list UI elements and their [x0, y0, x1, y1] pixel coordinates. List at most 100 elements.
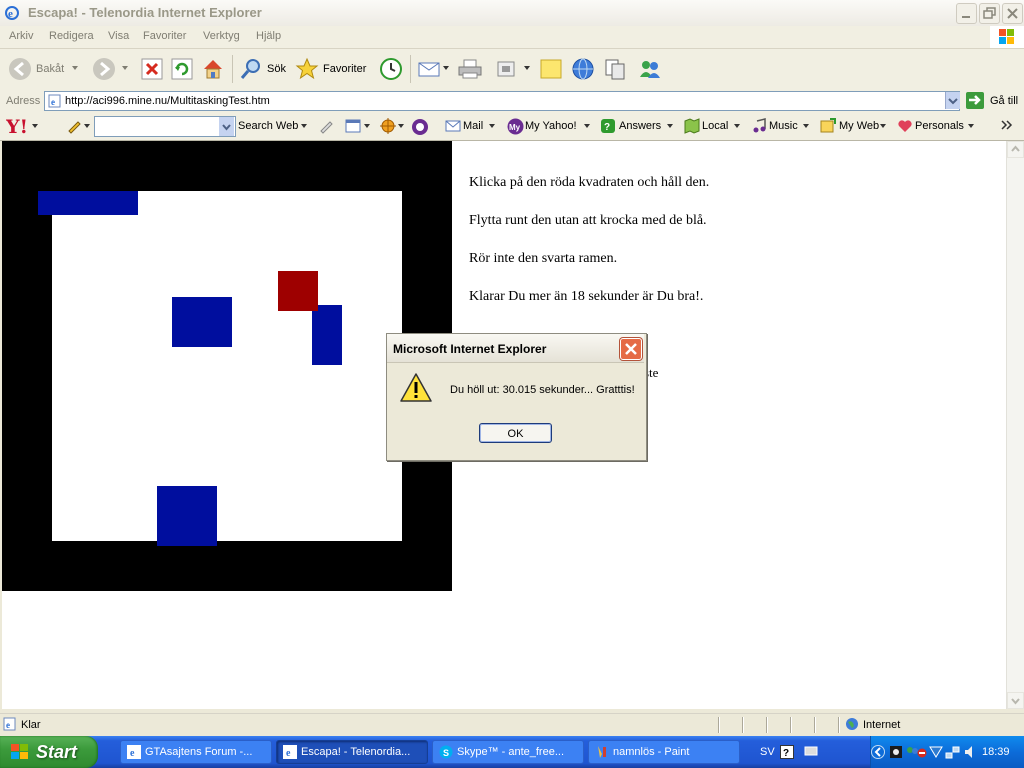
scroll-up-button[interactable] [1007, 141, 1024, 158]
back-dropdown-icon[interactable] [72, 66, 80, 72]
address-dropdown-button[interactable] [945, 92, 960, 109]
forward-dropdown-icon[interactable] [122, 66, 130, 72]
svg-text:My: My [509, 123, 521, 132]
taskbar-button-skype[interactable]: S Skype™ - ante_free... [432, 740, 584, 764]
yahoo-mail-button[interactable]: Mail [463, 120, 483, 132]
search-web-button[interactable]: Search Web [238, 120, 298, 132]
forward-button[interactable] [90, 55, 118, 83]
toolbar-separator [410, 55, 411, 83]
mail-dropdown-icon[interactable] [489, 124, 497, 130]
music-button[interactable]: Music [769, 120, 798, 132]
start-button[interactable]: Start [0, 736, 98, 768]
refresh-button[interactable] [170, 55, 194, 83]
answers-dropdown-icon[interactable] [667, 124, 675, 130]
close-window-button[interactable] [1002, 3, 1023, 24]
crosshair-icon[interactable] [378, 117, 398, 135]
dialog-title-bar[interactable]: Microsoft Internet Explorer [387, 334, 644, 363]
messenger-button[interactable] [636, 55, 664, 83]
my-yahoo-button[interactable]: My Yahoo! [525, 120, 577, 132]
yahoo-dropdown-icon[interactable] [32, 124, 40, 130]
chevron-left-icon[interactable] [871, 744, 885, 760]
yahoo-search-input[interactable] [94, 116, 236, 137]
crosshair-dropdown-icon[interactable] [398, 124, 406, 130]
search-web-dropdown-icon[interactable] [301, 124, 309, 130]
maximize-button[interactable] [979, 3, 1000, 24]
local-button[interactable]: Local [702, 120, 728, 132]
favorites-button[interactable]: Favoriter [294, 55, 370, 83]
taskbar-label: Escapa! - Telenordia... [301, 746, 411, 758]
address-input[interactable]: e http://aci996.mine.nu/MultitaskingTest… [44, 91, 960, 111]
taskbar-label: namnlös - Paint [613, 746, 690, 758]
menu-item-arkiv[interactable]: Arkiv [9, 30, 33, 42]
menu-item-verktyg[interactable]: Verktyg [203, 30, 240, 42]
layout-icon[interactable] [344, 118, 362, 134]
go-button[interactable] [966, 92, 984, 109]
minimize-button[interactable] [956, 3, 977, 24]
language-indicator[interactable]: SV [760, 746, 775, 758]
windows-logo-icon [990, 26, 1024, 48]
music-dropdown-icon[interactable] [803, 124, 811, 130]
scroll-down-button[interactable] [1007, 692, 1024, 709]
svg-text:S: S [443, 748, 449, 758]
steam-icon[interactable] [889, 744, 903, 760]
discuss-button[interactable] [538, 55, 564, 83]
page-icon: e [48, 94, 61, 108]
my-yahoo-dropdown-icon[interactable] [584, 124, 592, 130]
menu-item-visa[interactable]: Visa [108, 30, 129, 42]
search-icon [240, 59, 260, 79]
antivirus-icon[interactable] [929, 744, 943, 760]
tools-button[interactable] [602, 55, 630, 83]
go-label[interactable]: Gå till [990, 95, 1018, 107]
layout-dropdown-icon[interactable] [364, 124, 372, 130]
volume-icon[interactable] [963, 744, 977, 760]
blocked-status-icon[interactable] [917, 748, 927, 758]
menu-item-hjalp[interactable]: Hjälp [256, 30, 281, 42]
page-icon: e [3, 717, 16, 731]
messenger-icon [640, 61, 660, 78]
chevron-down-icon [222, 124, 231, 131]
yahoo-search-dropdown[interactable] [219, 117, 234, 136]
heart-icon [898, 120, 912, 132]
research-button[interactable] [570, 55, 596, 83]
taskbar-label: Skype™ - ante_free... [457, 746, 564, 758]
back-button[interactable]: Bakåt [6, 55, 72, 83]
antispy-icon[interactable] [411, 118, 429, 136]
print-button[interactable] [456, 55, 484, 83]
ok-button[interactable]: OK [479, 423, 552, 443]
taskbar-button-escapa[interactable]: e Escapa! - Telenordia... [276, 740, 428, 764]
personals-button[interactable]: Personals [915, 120, 964, 132]
printer-icon [458, 59, 482, 79]
dialog-close-button[interactable] [620, 338, 642, 360]
mail-button[interactable] [416, 55, 450, 83]
help-icon[interactable]: ? [780, 745, 794, 759]
pencil-dropdown-icon[interactable] [84, 124, 92, 130]
menu-item-favoriter[interactable]: Favoriter [143, 30, 186, 42]
svg-text:e: e [51, 97, 55, 107]
answers-icon: ? [601, 119, 615, 133]
taskbar-button-paint[interactable]: namnlös - Paint [588, 740, 740, 764]
highlight-icon[interactable] [318, 118, 336, 134]
history-button[interactable] [378, 55, 404, 83]
my-web-dropdown-icon[interactable] [880, 124, 888, 130]
red-square[interactable] [278, 271, 318, 311]
menu-item-redigera[interactable]: Redigera [49, 30, 94, 42]
taskbar-button-forum[interactable]: e GTAsajtens Forum -... [120, 740, 272, 764]
blue-block [172, 297, 232, 347]
home-button[interactable] [200, 55, 226, 83]
display-icon[interactable] [804, 745, 818, 759]
my-web-button[interactable]: My Web [839, 120, 879, 132]
answers-button[interactable]: Answers [619, 120, 661, 132]
search-button[interactable]: Sök [238, 55, 290, 83]
pencil-icon[interactable] [66, 118, 84, 134]
blue-block [38, 191, 138, 215]
network-icon[interactable] [945, 744, 961, 760]
vertical-scrollbar[interactable] [1006, 141, 1024, 709]
personals-dropdown-icon[interactable] [968, 124, 976, 130]
security-zone: Internet [863, 719, 901, 731]
title-bar[interactable]: e Escapa! - Telenordia Internet Explorer [0, 0, 1024, 27]
edit-button[interactable] [494, 55, 532, 83]
local-dropdown-icon[interactable] [734, 124, 742, 130]
stop-button[interactable] [140, 55, 164, 83]
instruction-text: Rör inte den svarta ramen. [469, 251, 618, 266]
chevron-double-right-icon[interactable] [1000, 119, 1014, 131]
